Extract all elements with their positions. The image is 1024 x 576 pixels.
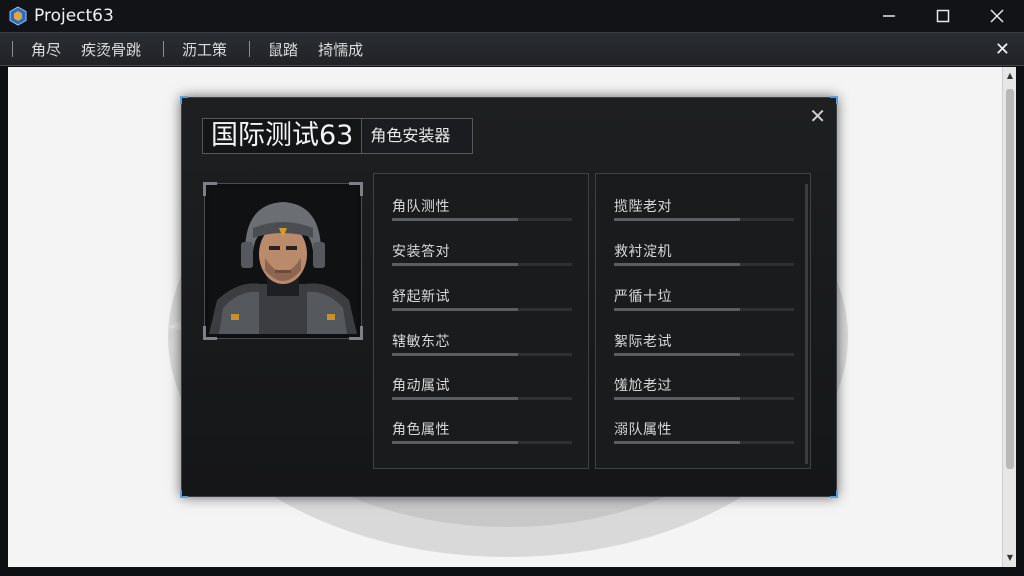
attribute-bar	[392, 263, 572, 266]
attribute-bar	[392, 397, 572, 400]
dialog-title: 国际测试63	[211, 120, 354, 151]
maximize-button[interactable]	[916, 0, 970, 32]
attribute-row[interactable]: 揽陛老对	[614, 196, 794, 230]
attribute-bar	[392, 441, 572, 444]
menu-item-2[interactable]: 疾烫骨跳	[71, 39, 151, 60]
attribute-bar	[614, 397, 794, 400]
menu-separator	[249, 41, 251, 57]
attribute-panel-right: 揽陛老对 救衬淀机 严循十垃 絮际老试 馐尬老过 溺队属性	[595, 173, 811, 469]
portrait-frame[interactable]	[203, 182, 363, 340]
minimize-button[interactable]	[862, 0, 916, 32]
close-icon	[990, 9, 1004, 23]
menu-close-icon[interactable]: ✕	[995, 39, 1010, 60]
attribute-label: 救衬淀机	[614, 244, 672, 260]
dialog-close-icon[interactable]: ✕	[809, 104, 826, 128]
dialog-title-box: 国际测试63 角色安装器	[202, 118, 474, 154]
attribute-bar	[614, 441, 794, 444]
attribute-bar	[392, 353, 572, 356]
panel-scrollbar[interactable]	[805, 184, 808, 464]
attribute-label: 舒起新试	[392, 289, 450, 305]
attribute-bar	[392, 218, 572, 221]
attribute-row[interactable]: 絮际老试	[614, 331, 794, 365]
attribute-row[interactable]: 角动属试	[392, 375, 572, 409]
attribute-label: 安装答对	[392, 244, 450, 260]
attribute-row[interactable]: 救衬淀机	[614, 241, 794, 275]
dialog-subtitle: 角色安装器	[361, 119, 473, 153]
menu-separator	[12, 41, 13, 57]
attribute-row[interactable]: 溺队属性	[614, 419, 794, 453]
window-title: Project63	[34, 6, 114, 26]
dialog-corner	[180, 490, 188, 498]
dialog-corner	[830, 96, 838, 104]
menu-item-3[interactable]: 沥工策	[172, 39, 237, 60]
attribute-label: 角队测性	[392, 199, 450, 215]
scroll-down-icon[interactable]: ▼	[1003, 551, 1017, 565]
attribute-row[interactable]: 安装答对	[392, 241, 572, 275]
close-button[interactable]	[970, 0, 1024, 32]
attribute-row[interactable]: 严循十垃	[614, 286, 794, 320]
menu-item-1[interactable]: 角尽	[21, 39, 71, 60]
dialog-corner	[180, 96, 188, 104]
character-portrait-icon	[209, 188, 357, 334]
attribute-label: 严循十垃	[614, 289, 672, 305]
attribute-label: 辖敏东芯	[392, 334, 450, 350]
maximize-icon	[936, 9, 950, 23]
attribute-bar	[614, 218, 794, 221]
character-installer-dialog: ✕ 国际测试63 角色安装器 角队测性 安装答对 舒起新试 辖敏东芯 角动属试 …	[180, 96, 838, 498]
minimize-icon	[883, 15, 895, 17]
attribute-label: 角色属性	[392, 422, 450, 438]
attribute-panel-left: 角队测性 安装答对 舒起新试 辖敏东芯 角动属试 角色属性	[373, 173, 589, 469]
attribute-label: 馐尬老过	[614, 378, 672, 394]
attribute-row[interactable]: 馐尬老过	[614, 375, 794, 409]
scrollbar-thumb[interactable]	[1006, 89, 1014, 469]
attribute-label: 絮际老试	[614, 334, 672, 350]
scroll-up-icon[interactable]: ▲	[1003, 69, 1017, 83]
attribute-bar	[614, 308, 794, 311]
menu-item-4[interactable]: 鼠踏	[258, 39, 308, 60]
attribute-bar	[614, 263, 794, 266]
menu-item-5[interactable]: 掎懦成	[308, 39, 373, 60]
app-logo-icon	[9, 6, 27, 26]
attribute-row[interactable]: 角色属性	[392, 419, 572, 453]
attribute-label: 溺队属性	[614, 422, 672, 438]
title-bar: Project63	[0, 0, 1024, 32]
attribute-label: 角动属试	[392, 378, 450, 394]
attribute-bar	[392, 308, 572, 311]
menu-bar: 角尽 疾烫骨跳 沥工策 鼠踏 掎懦成 ✕	[0, 32, 1024, 66]
attribute-row[interactable]: 角队测性	[392, 196, 572, 230]
menu-separator	[163, 41, 165, 57]
dialog-corner	[830, 490, 838, 498]
content-scrollbar[interactable]: ▲ ▼	[1002, 67, 1016, 567]
attribute-bar	[614, 353, 794, 356]
attribute-row[interactable]: 舒起新试	[392, 286, 572, 320]
attribute-label: 揽陛老对	[614, 199, 672, 215]
attribute-row[interactable]: 辖敏东芯	[392, 331, 572, 365]
